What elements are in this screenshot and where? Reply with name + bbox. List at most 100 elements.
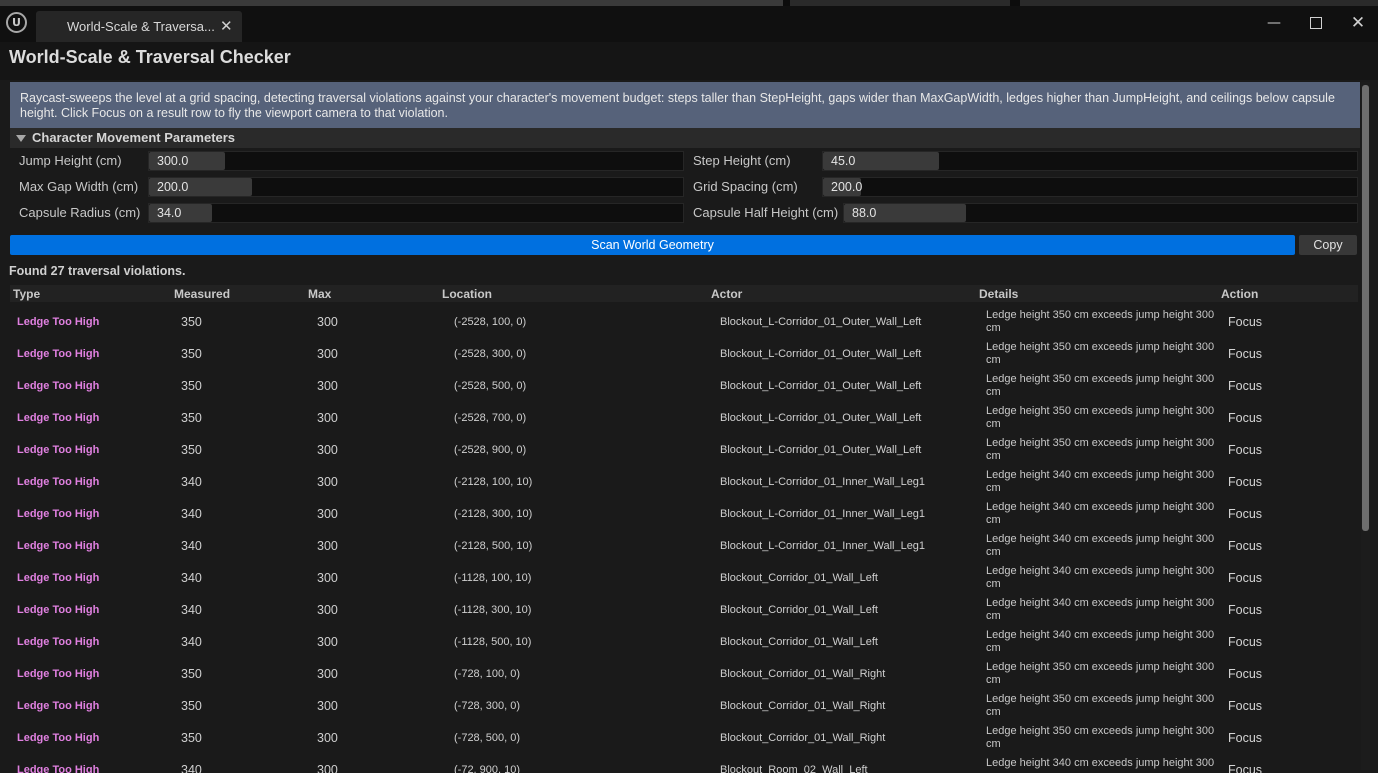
step-height-value: 45.0 <box>831 154 856 168</box>
location: (-2528, 500, 0) <box>454 380 527 392</box>
location: (-2528, 900, 0) <box>454 444 527 456</box>
table-row[interactable]: Ledge Too High 340 300 (-2128, 300, 10) Bloc… <box>10 498 1358 530</box>
details-text: Ledge height 340 cm exceeds jump height … <box>986 565 1215 590</box>
column-header-measured[interactable]: Measured <box>174 287 230 301</box>
table-row[interactable]: Ledge Too High 350 300 (-2528, 500, 0) Block… <box>10 370 1358 402</box>
focus-button[interactable]: Focus <box>1228 635 1262 649</box>
violation-type: Ledge Too High <box>17 316 100 328</box>
collapse-triangle-icon[interactable] <box>16 135 26 142</box>
measured-value: 350 <box>181 731 202 745</box>
location: (-2128, 100, 10) <box>454 476 533 488</box>
grid-spacing-field[interactable]: 200.0 <box>822 177 1358 197</box>
column-header-type[interactable]: Type <box>13 287 40 301</box>
page-title: World-Scale & Traversal Checker <box>9 47 291 67</box>
location: (-2528, 300, 0) <box>454 348 527 360</box>
focus-button[interactable]: Focus <box>1228 411 1262 425</box>
focus-button[interactable]: Focus <box>1228 379 1262 393</box>
tab-close-icon[interactable]: ✕ <box>220 17 233 35</box>
measured-value: 350 <box>181 667 202 681</box>
max-value: 300 <box>317 731 338 745</box>
max-value: 300 <box>317 635 338 649</box>
tab-title: World-Scale & Traversa... <box>67 19 215 34</box>
measured-value: 350 <box>181 379 202 393</box>
details-text: Ledge height 350 cm exceeds jump height … <box>986 405 1215 430</box>
table-row[interactable]: Ledge Too High 350 300 (-728, 500, 0) Blocko… <box>10 722 1358 754</box>
actor-name: Blockout_L-Corridor_01_Outer_Wall_Left <box>720 348 922 360</box>
location: (-728, 500, 0) <box>454 732 521 744</box>
table-row[interactable]: Ledge Too High 340 300 (-1128, 300, 10) Bloc… <box>10 594 1358 626</box>
table-row[interactable]: Ledge Too High 340 300 (-1128, 100, 10) Bloc… <box>10 562 1358 594</box>
table-row[interactable]: Ledge Too High 340 300 (-2128, 500, 10) Bloc… <box>10 530 1358 562</box>
table-row[interactable]: Ledge Too High 340 300 (-2128, 100, 10) Bloc… <box>10 466 1358 498</box>
max-value: 300 <box>317 571 338 585</box>
focus-button[interactable]: Focus <box>1228 699 1262 713</box>
column-header-actor[interactable]: Actor <box>711 287 742 301</box>
scan-world-geometry-button[interactable]: Scan World Geometry <box>10 235 1295 255</box>
table-row[interactable]: Ledge Too High 350 300 (-728, 100, 0) Blocko… <box>10 658 1358 690</box>
movement-params-section-header[interactable]: Character Movement Parameters <box>10 128 1360 148</box>
window-close-button[interactable]: ✕ <box>1344 12 1372 34</box>
capsule-radius-field[interactable]: 34.0 <box>148 203 684 223</box>
jump-height-field[interactable]: 300.0 <box>148 151 684 171</box>
focus-button[interactable]: Focus <box>1228 443 1262 457</box>
table-row[interactable]: Ledge Too High 350 300 (-728, 300, 0) Blocko… <box>10 690 1358 722</box>
copy-button[interactable]: Copy <box>1299 235 1357 255</box>
focus-button[interactable]: Focus <box>1228 667 1262 681</box>
details-text: Ledge height 350 cm exceeds jump height … <box>986 341 1215 366</box>
actor-name: Blockout_Corridor_01_Wall_Left <box>720 572 878 584</box>
jump-height-value: 300.0 <box>157 154 189 168</box>
table-row[interactable]: Ledge Too High 340 300 (-1128, 500, 10) Bloc… <box>10 626 1358 658</box>
table-row[interactable]: Ledge Too High 350 300 (-2528, 100, 0) Block… <box>10 306 1358 338</box>
measured-value: 350 <box>181 315 202 329</box>
violation-type: Ledge Too High <box>17 412 100 424</box>
unreal-logo-icon: U <box>6 12 27 33</box>
max-value: 300 <box>317 315 338 329</box>
minimize-button[interactable]: — <box>1260 12 1288 34</box>
actor-name: Blockout_Corridor_01_Wall_Right <box>720 700 886 712</box>
focus-button[interactable]: Focus <box>1228 507 1262 521</box>
focus-button[interactable]: Focus <box>1228 731 1262 745</box>
table-row[interactable]: Ledge Too High 350 300 (-2528, 300, 0) Block… <box>10 338 1358 370</box>
measured-value: 350 <box>181 411 202 425</box>
details-text: Ledge height 350 cm exceeds jump height … <box>986 725 1215 750</box>
violation-type: Ledge Too High <box>17 348 100 360</box>
focus-button[interactable]: Focus <box>1228 539 1262 553</box>
step-height-field[interactable]: 45.0 <box>822 151 1358 171</box>
focus-button[interactable]: Focus <box>1228 347 1262 361</box>
grid-spacing-value: 200.0 <box>831 180 863 194</box>
focus-button[interactable]: Focus <box>1228 603 1262 617</box>
capsule-half-height-field[interactable]: 88.0 <box>843 203 1358 223</box>
location: (-1128, 100, 10) <box>454 572 532 584</box>
column-header-details[interactable]: Details <box>979 287 1018 301</box>
location: (-728, 300, 0) <box>454 700 521 712</box>
scrollbar-thumb[interactable] <box>1362 85 1369 531</box>
section-title: Character Movement Parameters <box>32 130 236 145</box>
max-value: 300 <box>317 603 338 617</box>
focus-button[interactable]: Focus <box>1228 475 1262 489</box>
violation-type: Ledge Too High <box>17 668 100 680</box>
focus-button[interactable]: Focus <box>1228 315 1262 329</box>
table-row[interactable]: Ledge Too High 350 300 (-2528, 700, 0) Block… <box>10 402 1358 434</box>
results-table-body: Ledge Too High 350 300 (-2528, 100, 0) Block… <box>10 306 1358 773</box>
maximize-button[interactable] <box>1302 12 1330 34</box>
table-row[interactable]: Ledge Too High 350 300 (-2528, 900, 0) Block… <box>10 434 1358 466</box>
column-header-action[interactable]: Action <box>1221 287 1258 301</box>
actor-name: Blockout_Room_02_Wall_Left <box>720 764 868 773</box>
max-gap-width-field[interactable]: 200.0 <box>148 177 684 197</box>
measured-value: 350 <box>181 347 202 361</box>
details-text: Ledge height 340 cm exceeds jump height … <box>986 533 1215 558</box>
max-value: 300 <box>317 443 338 457</box>
focus-button[interactable]: Focus <box>1228 763 1262 773</box>
actor-name: Blockout_L-Corridor_01_Inner_Wall_Leg1 <box>720 540 926 552</box>
column-header-max[interactable]: Max <box>308 287 331 301</box>
measured-value: 340 <box>181 635 202 649</box>
violation-type: Ledge Too High <box>17 732 100 744</box>
title-bar: U World-Scale & Traversa... ✕ — ✕ <box>0 6 1378 42</box>
result-summary: Found 27 traversal violations. <box>9 264 186 278</box>
actor-name: Blockout_Corridor_01_Wall_Left <box>720 636 878 648</box>
document-tab[interactable]: World-Scale & Traversa... ✕ <box>36 11 242 42</box>
capsule-half-height-value: 88.0 <box>852 206 877 220</box>
column-header-location[interactable]: Location <box>442 287 492 301</box>
focus-button[interactable]: Focus <box>1228 571 1262 585</box>
table-row[interactable]: Ledge Too High 340 300 (-72, 900, 10) Blocko… <box>10 754 1358 773</box>
